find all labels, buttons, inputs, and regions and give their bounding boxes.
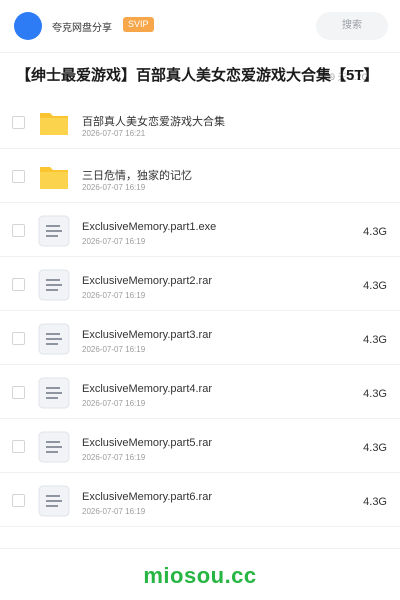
list-item[interactable]: ExclusiveMemory.part2.rar 2026-07-07 16:…	[0, 257, 400, 311]
share-title-bar: 09 天 1.2G 【绅士最爱游戏】百部真人美女恋爱游戏大合集【5T】	[0, 60, 400, 90]
brand-name: 夸克网盘分享	[52, 23, 112, 34]
list-item[interactable]: ExclusiveMemory.part3.rar 2026-07-07 16:…	[0, 311, 400, 365]
folder-icon	[40, 167, 68, 189]
file-icon	[38, 431, 70, 463]
file-name: ExclusiveMemory.part6.rar	[82, 491, 212, 503]
file-date: 2026-07-07 16:19	[82, 507, 146, 516]
file-icon	[38, 269, 70, 301]
file-icon	[38, 215, 70, 247]
file-name: ExclusiveMemory.part1.exe	[82, 221, 217, 233]
file-size: 4.3G	[363, 442, 387, 454]
file-size: 4.3G	[363, 388, 387, 400]
file-name: ExclusiveMemory.part3.rar	[82, 329, 212, 341]
checkbox[interactable]	[12, 386, 25, 399]
checkbox[interactable]	[12, 116, 25, 129]
list-item[interactable]: ExclusiveMemory.part5.rar 2026-07-07 16:…	[0, 419, 400, 473]
file-size: 4.3G	[363, 226, 387, 238]
file-icon	[38, 485, 70, 517]
header-divider	[0, 52, 400, 53]
checkbox[interactable]	[12, 224, 25, 237]
file-date: 2026-07-07 16:19	[82, 345, 146, 354]
file-name: ExclusiveMemory.part5.rar	[82, 437, 212, 449]
file-size: 4.3G	[363, 334, 387, 346]
share-title: 【绅士最爱游戏】百部真人美女恋爱游戏大合集【5T】	[16, 67, 379, 84]
svip-badge: SVIP	[123, 17, 154, 32]
checkbox[interactable]	[12, 170, 25, 183]
search-button[interactable]: 搜索	[316, 12, 388, 40]
file-size: 4.3G	[363, 496, 387, 508]
file-name: ExclusiveMemory.part2.rar	[82, 275, 212, 287]
checkbox[interactable]	[12, 332, 25, 345]
checkbox[interactable]	[12, 440, 25, 453]
list-item[interactable]: ExclusiveMemory.part1.exe 2026-07-07 16:…	[0, 203, 400, 257]
file-date: 2026-07-07 16:19	[82, 291, 146, 300]
file-date: 2026-07-07 16:19	[82, 183, 146, 192]
file-icon	[38, 323, 70, 355]
file-list: 百部真人美女恋爱游戏大合集 2026-07-07 16:21 三日危情，独家的记…	[0, 95, 400, 527]
footer-divider	[0, 548, 400, 549]
list-item[interactable]: 三日危情，独家的记忆 2026-07-07 16:19	[0, 149, 400, 203]
list-item[interactable]: 百部真人美女恋爱游戏大合集 2026-07-07 16:21	[0, 95, 400, 149]
header: 夸克网盘分享 SVIP 搜索	[0, 0, 400, 52]
file-date: 2026-07-07 16:19	[82, 399, 146, 408]
file-date: 2026-07-07 16:19	[82, 237, 146, 246]
folder-icon	[40, 113, 68, 135]
avatar[interactable]	[14, 12, 42, 40]
watermark: miosou.cc	[143, 563, 257, 588]
list-item[interactable]: ExclusiveMemory.part4.rar 2026-07-07 16:…	[0, 365, 400, 419]
file-date: 2026-07-07 16:21	[82, 129, 146, 138]
file-icon	[38, 377, 70, 409]
file-name: 三日危情，独家的记忆	[82, 170, 192, 182]
file-size: 4.3G	[363, 280, 387, 292]
checkbox[interactable]	[12, 278, 25, 291]
list-item[interactable]: ExclusiveMemory.part6.rar 2026-07-07 16:…	[0, 473, 400, 527]
file-date: 2026-07-07 16:19	[82, 453, 146, 462]
file-name: ExclusiveMemory.part4.rar	[82, 383, 212, 395]
file-name: 百部真人美女恋爱游戏大合集	[82, 116, 225, 128]
checkbox[interactable]	[12, 494, 25, 507]
